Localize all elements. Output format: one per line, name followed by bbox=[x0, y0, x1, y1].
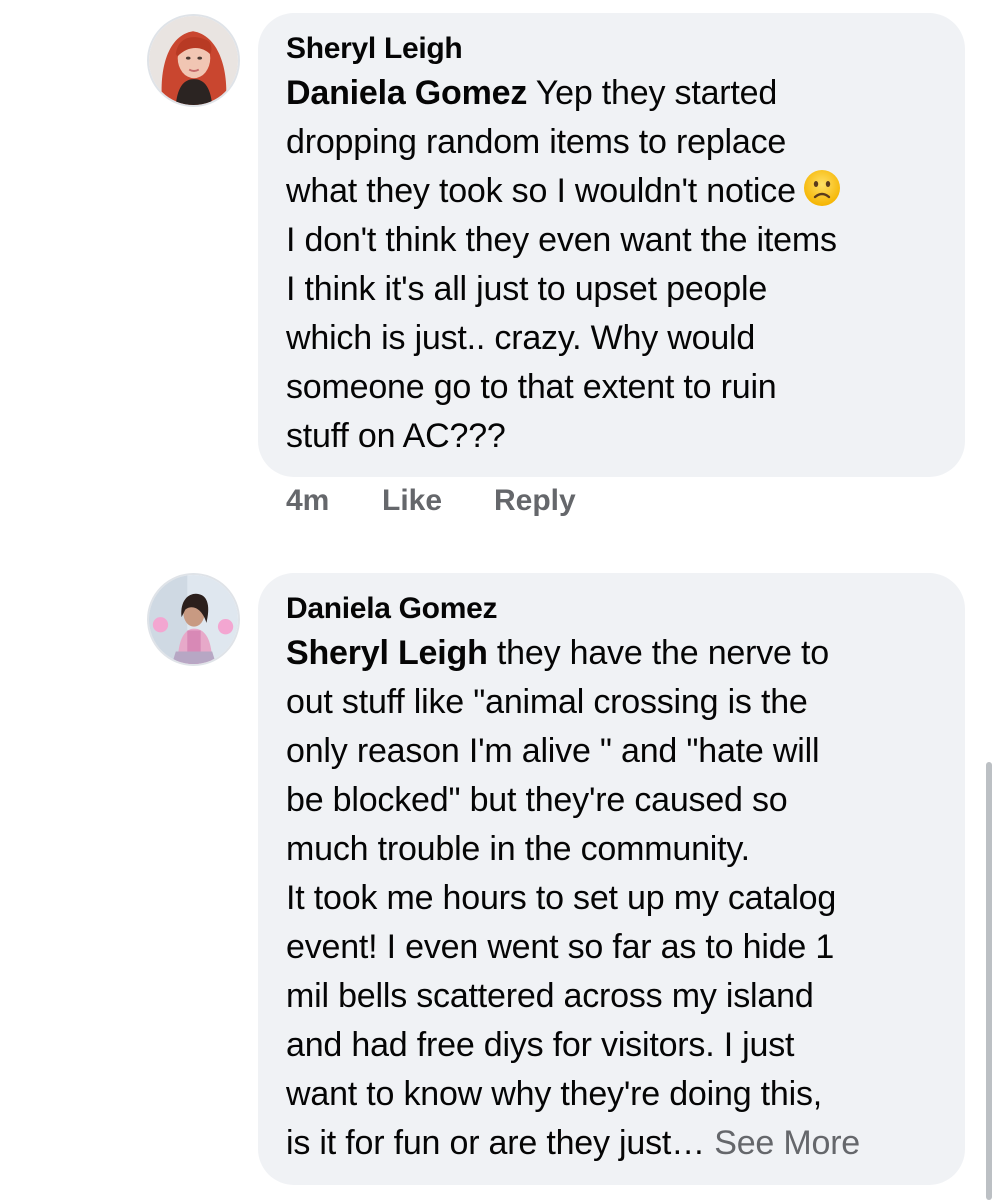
comment-line: only reason I'm alive " and "hate will bbox=[286, 732, 820, 770]
comment-line: Sheryl Leigh they have the nerve to bbox=[286, 634, 829, 672]
avatar-photo-icon bbox=[149, 16, 238, 105]
comment-line: event! I even went so far as to hide 1 bbox=[286, 928, 835, 966]
reply-button[interactable]: Reply bbox=[494, 484, 576, 518]
comment-text: Daniela Gomez Yep they started dropping … bbox=[286, 69, 939, 461]
avatar-photo-icon bbox=[149, 575, 238, 664]
scrollbar[interactable] bbox=[986, 762, 992, 1200]
comment-author[interactable]: Daniela Gomez bbox=[286, 589, 939, 629]
comment-line: be blocked" but they're caused so bbox=[286, 781, 788, 819]
comment-line: It took me hours to set up my catalog bbox=[286, 879, 837, 917]
comment-line: I think it's all just to upset people bbox=[286, 270, 768, 308]
comment-bubble: Sheryl Leigh Daniela Gomez Yep they star… bbox=[258, 13, 965, 477]
comment-timestamp[interactable]: 4m bbox=[286, 484, 382, 518]
comment-line: dropping random items to replace bbox=[286, 123, 787, 161]
comment-line: mil bells scattered across my island bbox=[286, 977, 814, 1015]
comment-line: stuff on AC??? bbox=[286, 417, 506, 455]
mention-link[interactable]: Daniela Gomez bbox=[286, 74, 527, 112]
comment-line: someone go to that extent to ruin bbox=[286, 368, 777, 406]
see-more-link[interactable]: See More bbox=[705, 1124, 860, 1162]
comment-line: and had free diys for visitors. I just bbox=[286, 1026, 795, 1064]
like-button[interactable]: Like bbox=[382, 484, 494, 518]
comment-author[interactable]: Sheryl Leigh bbox=[286, 29, 939, 69]
mention-link[interactable]: Sheryl Leigh bbox=[286, 634, 488, 672]
comment-actions: 4m Like Reply bbox=[286, 484, 576, 518]
comment-line: which is just.. crazy. Why would bbox=[286, 319, 756, 357]
avatar-daniela-gomez[interactable] bbox=[147, 573, 240, 666]
avatar-sheryl-leigh[interactable] bbox=[147, 14, 240, 107]
comment-line: I don't think they even want the items bbox=[286, 221, 837, 259]
comment-line: what they took so I wouldn't notice bbox=[286, 167, 939, 216]
comment-line: Daniela Gomez Yep they started bbox=[286, 74, 778, 112]
frowning-face-emoji bbox=[803, 170, 840, 206]
comment-line: much trouble in the community. bbox=[286, 830, 750, 868]
comment-line: is it for fun or are they just… See More bbox=[286, 1124, 861, 1162]
comment-text: Sheryl Leigh they have the nerve to out … bbox=[286, 629, 939, 1168]
comment-line: out stuff like "animal crossing is the bbox=[286, 683, 808, 721]
comment-bubble: Daniela Gomez Sheryl Leigh they have the… bbox=[258, 573, 965, 1185]
comment-line: want to know why they're doing this, bbox=[286, 1075, 823, 1113]
